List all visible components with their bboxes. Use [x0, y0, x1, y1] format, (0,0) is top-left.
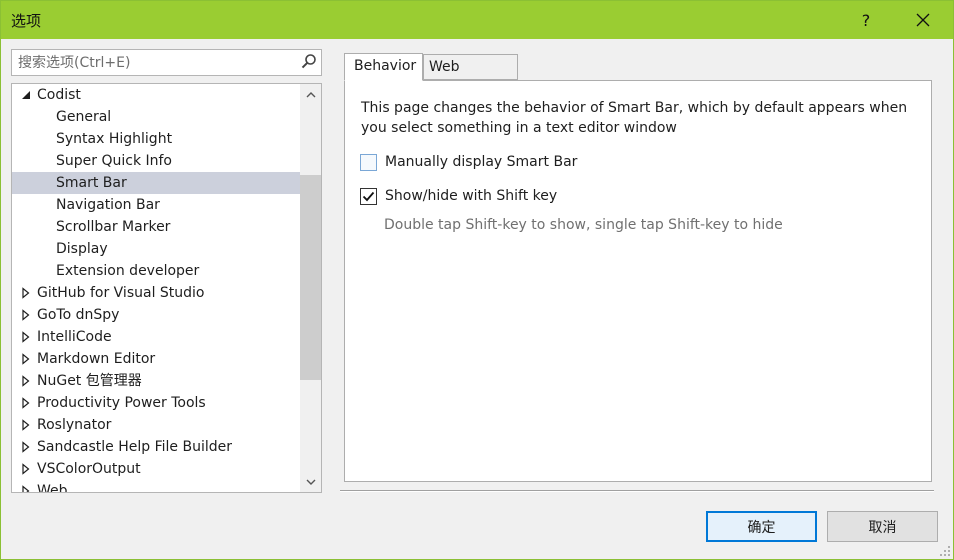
shift-key-hint: Double tap Shift-key to show, single tap… — [384, 217, 783, 233]
tree-node[interactable]: GitHub for Visual Studio — [12, 282, 300, 304]
scroll-up-button[interactable] — [300, 84, 321, 104]
tree-item-label: Syntax Highlight — [56, 131, 173, 147]
collapsed-arrow-icon[interactable] — [20, 326, 32, 348]
tree-node[interactable]: Roslynator — [12, 414, 300, 436]
window-title: 选项 — [11, 12, 42, 30]
collapsed-arrow-icon[interactable] — [20, 480, 32, 493]
settings-panel: This page changes the behavior of Smart … — [344, 80, 932, 482]
tree-item-label: General — [56, 109, 112, 125]
options-tree: Codist General Syntax Highlight Super Quick… — [11, 83, 322, 493]
tree-child-item[interactable]: Super Quick Info — [12, 150, 300, 172]
tree-item-label: Smart Bar — [56, 175, 127, 191]
tree-item-label: Scrollbar Marker — [56, 219, 171, 235]
tree-node[interactable]: NuGet 包管理器 — [12, 370, 300, 392]
collapsed-arrow-icon[interactable] — [20, 392, 32, 414]
scroll-down-button[interactable] — [300, 472, 321, 492]
tree-child-item[interactable]: Smart Bar — [12, 172, 300, 194]
shift-key-label: Show/hide with Shift key — [385, 188, 558, 204]
shift-key-option[interactable]: Show/hide with Shift key — [360, 186, 557, 206]
manual-display-label: Manually display Smart Bar — [385, 154, 578, 170]
tree-child-item[interactable]: Extension developer — [12, 260, 300, 282]
tree-node[interactable]: Web — [12, 480, 300, 493]
tree-node[interactable]: Sandcastle Help File Builder — [12, 436, 300, 458]
chevron-up-icon — [306, 91, 315, 97]
tree-node[interactable]: IntelliCode — [12, 326, 300, 348]
chevron-down-icon — [306, 479, 315, 485]
expanded-arrow-icon[interactable] — [20, 84, 32, 106]
tree-item-label: Sandcastle Help File Builder — [37, 439, 232, 455]
collapsed-arrow-icon[interactable] — [20, 458, 32, 480]
tree-item-label: GitHub for Visual Studio — [37, 285, 205, 301]
options-dialog: 选项 ? Codist General Syntax Highlight Super … — [0, 0, 954, 560]
tree-item-label: Codist — [37, 87, 81, 103]
ok-button[interactable]: 确定 — [706, 511, 817, 542]
tree-item-label: NuGet 包管理器 — [37, 373, 142, 389]
close-button[interactable] — [900, 1, 946, 39]
tree-child-item[interactable]: General — [12, 106, 300, 128]
tab-web-search[interactable]: Web Search — [423, 54, 518, 99]
tree-item-label: GoTo dnSpy — [37, 307, 120, 323]
footer-separator — [340, 490, 934, 492]
collapsed-arrow-icon[interactable] — [20, 348, 32, 370]
search-box — [11, 49, 322, 76]
search-icon[interactable] — [299, 52, 319, 72]
help-button[interactable]: ? — [843, 1, 889, 39]
tree-item-label: IntelliCode — [37, 329, 112, 345]
tree-list: Codist General Syntax Highlight Super Quick… — [12, 84, 300, 493]
resize-grip-icon[interactable] — [939, 545, 951, 557]
manual-display-option[interactable]: Manually display Smart Bar — [360, 152, 577, 172]
help-icon: ? — [861, 10, 871, 30]
collapsed-arrow-icon[interactable] — [20, 304, 32, 326]
page-description: This page changes the behavior of Smart … — [361, 100, 908, 136]
tab-behavior[interactable]: Behavior — [344, 53, 423, 81]
collapsed-arrow-icon[interactable] — [20, 370, 32, 392]
tree-child-item[interactable]: Display — [12, 238, 300, 260]
tree-item-label: Extension developer — [56, 263, 200, 279]
tree-child-item[interactable]: Syntax Highlight — [12, 128, 300, 150]
tree-item-label: Web — [37, 483, 68, 493]
search-input[interactable] — [12, 50, 297, 75]
tree-item-label: Markdown Editor — [37, 351, 156, 367]
tree-item-label: VSColorOutput — [37, 461, 141, 477]
close-icon — [916, 13, 930, 27]
tree-node[interactable]: Markdown Editor — [12, 348, 300, 370]
tree-item-label: Roslynator — [37, 417, 112, 433]
tree-item-label: Display — [56, 241, 108, 257]
shift-key-checkbox[interactable] — [360, 187, 377, 205]
collapsed-arrow-icon[interactable] — [20, 436, 32, 458]
tree-item-label: Super Quick Info — [56, 153, 172, 169]
tree-child-item[interactable]: Navigation Bar — [12, 194, 300, 216]
tree-child-item[interactable]: Scrollbar Marker — [12, 216, 300, 238]
scroll-thumb[interactable] — [300, 175, 321, 380]
tree-node[interactable]: GoTo dnSpy — [12, 304, 300, 326]
tree-scrollbar[interactable] — [300, 84, 321, 492]
cancel-button[interactable]: 取消 — [827, 511, 938, 542]
tree-node[interactable]: Codist — [12, 84, 300, 106]
tree-item-label: Productivity Power Tools — [37, 395, 206, 411]
tree-node[interactable]: Productivity Power Tools — [12, 392, 300, 414]
title-bar[interactable]: 选项 ? — [1, 1, 953, 39]
collapsed-arrow-icon[interactable] — [20, 414, 32, 436]
collapsed-arrow-icon[interactable] — [20, 282, 32, 304]
tree-node[interactable]: VSColorOutput — [12, 458, 300, 480]
checkmark-icon — [362, 191, 375, 201]
manual-display-checkbox[interactable] — [360, 153, 377, 171]
tree-item-label: Navigation Bar — [56, 197, 160, 213]
